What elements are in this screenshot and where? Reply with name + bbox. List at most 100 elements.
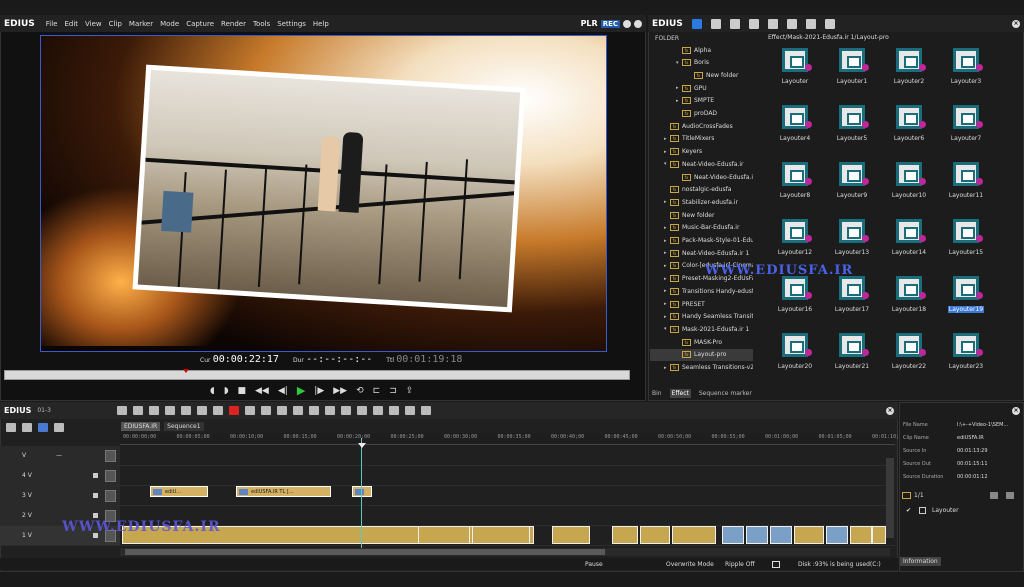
mixer-icon[interactable] bbox=[420, 406, 431, 415]
step-back-icon[interactable]: ◀| bbox=[278, 386, 288, 396]
info-check-icon[interactable]: ✔ bbox=[906, 507, 911, 514]
menu-file[interactable]: File bbox=[46, 20, 58, 28]
track-mode-icon[interactable] bbox=[6, 422, 16, 432]
layouter-effect-icon[interactable] bbox=[896, 276, 922, 300]
timeline-vertical-scrollbar[interactable] bbox=[886, 458, 894, 538]
timeline-clip[interactable] bbox=[722, 526, 744, 544]
menu-help[interactable]: Help bbox=[313, 20, 329, 28]
folder-tree-item[interactable]: ▾ fx Mask-2021-Edusfa.ir 1 bbox=[650, 323, 749, 335]
layouter-effect-icon[interactable] bbox=[839, 105, 865, 129]
menu-edit[interactable]: Edit bbox=[64, 20, 78, 28]
layouter-effect-icon[interactable] bbox=[896, 48, 922, 72]
step-forward-icon[interactable]: |▶ bbox=[314, 386, 324, 396]
effect-item[interactable]: Layouter6 bbox=[884, 105, 934, 142]
paste-icon[interactable] bbox=[196, 406, 207, 415]
effect-item[interactable]: Layouter7 bbox=[941, 105, 991, 142]
folder-tree-item[interactable]: fx New folder bbox=[650, 69, 738, 81]
folder-tree-item[interactable]: ▸fxSeamless Transitions-v2[ed bbox=[650, 362, 753, 374]
effect-item[interactable]: Layouter4 bbox=[770, 105, 820, 142]
list-view-icon[interactable] bbox=[786, 18, 797, 29]
info-delete-icon[interactable] bbox=[1006, 492, 1014, 499]
timeline-clip[interactable] bbox=[640, 526, 670, 544]
folder-tree-item[interactable]: ▸ fx Neat-Video-Edusfa.ir 1 bbox=[650, 247, 749, 259]
effect-item[interactable]: Layouter5 bbox=[827, 105, 877, 142]
split-icon[interactable] bbox=[356, 406, 367, 415]
folder-tree-item[interactable]: ▸fxTransitions Handy-edusfa.ir bbox=[650, 285, 753, 297]
render-icon[interactable] bbox=[372, 406, 383, 415]
layouter-effect-icon[interactable] bbox=[839, 162, 865, 186]
effect-item[interactable]: Layouter2 bbox=[884, 48, 934, 85]
replace-icon[interactable] bbox=[212, 406, 223, 415]
set-in-icon[interactable]: ◖ bbox=[210, 386, 215, 396]
title-icon[interactable] bbox=[324, 406, 335, 415]
info-effect-name[interactable]: Layouter bbox=[932, 507, 959, 514]
folder-tree-item[interactable]: fx Layout-pro bbox=[650, 348, 753, 361]
info-list-icon[interactable] bbox=[990, 492, 998, 499]
layouter-effect-icon[interactable] bbox=[953, 162, 979, 186]
undo-icon[interactable] bbox=[260, 406, 271, 415]
folder-tree-item[interactable]: ▸fxPack-Mask-Style-01-Edusfa bbox=[650, 235, 753, 247]
playhead-marker[interactable] bbox=[358, 443, 366, 448]
timeline-clip[interactable] bbox=[612, 526, 638, 544]
tab-information[interactable]: Information bbox=[900, 557, 941, 566]
timeline-clip[interactable] bbox=[672, 526, 716, 544]
ripple-mode-icon[interactable] bbox=[404, 406, 415, 415]
folder-tree-item[interactable]: ▸ fx SMPTE bbox=[650, 95, 714, 107]
menu-render[interactable]: Render bbox=[221, 20, 246, 28]
effect-item[interactable]: Layouter19 bbox=[941, 276, 991, 313]
timeline-clip[interactable]: ediU... bbox=[150, 486, 208, 497]
effect-item[interactable]: Layouter16 bbox=[770, 276, 820, 313]
loop-icon[interactable]: ⟲ bbox=[356, 386, 364, 396]
folder-tree-item[interactable]: ▾ fx Boris bbox=[650, 57, 709, 69]
layouter-effect-icon[interactable] bbox=[953, 219, 979, 243]
layouter-effect-icon[interactable] bbox=[782, 48, 808, 72]
rewind-icon[interactable]: ◀◀ bbox=[255, 386, 269, 396]
play-icon[interactable]: ▶ bbox=[297, 385, 305, 396]
layouter-effect-icon[interactable] bbox=[782, 276, 808, 300]
menu-view[interactable]: View bbox=[85, 20, 102, 28]
stop-icon[interactable]: ■ bbox=[238, 386, 247, 396]
tab-sequence-marker[interactable]: Sequence marker bbox=[697, 389, 754, 398]
folder-tree-item[interactable]: fx Neat-Video-Edusfa.ir bbox=[650, 171, 753, 183]
new-folder-icon[interactable] bbox=[729, 18, 740, 29]
layouter-effect-icon[interactable] bbox=[896, 219, 922, 243]
plr-label[interactable]: PLR bbox=[581, 19, 598, 28]
tab-sequence1[interactable]: Sequence1 bbox=[164, 422, 204, 431]
info-close-icon[interactable]: × bbox=[1012, 407, 1020, 415]
save-icon[interactable] bbox=[148, 406, 159, 415]
up-folder-icon[interactable] bbox=[710, 18, 721, 29]
timeline-clip[interactable] bbox=[850, 526, 872, 544]
ripple-mode[interactable]: Ripple Off bbox=[725, 561, 755, 568]
copy-clip-icon[interactable] bbox=[180, 406, 191, 415]
track-toggle[interactable] bbox=[105, 489, 116, 502]
export-icon[interactable]: ⇪ bbox=[406, 386, 414, 396]
layouter-effect-icon[interactable] bbox=[839, 276, 865, 300]
effect-item[interactable]: Layouter14 bbox=[884, 219, 934, 256]
folder-view-icon[interactable] bbox=[691, 18, 702, 29]
layouter-effect-icon[interactable] bbox=[782, 162, 808, 186]
scrub-marker[interactable] bbox=[183, 369, 189, 373]
layouter-effect-icon[interactable] bbox=[896, 333, 922, 357]
effect-item[interactable]: Layouter21 bbox=[827, 333, 877, 370]
open-project-icon[interactable] bbox=[132, 406, 143, 415]
folder-tree-item[interactable]: ▸ fx Stabilizer-edusfa.ir bbox=[650, 196, 738, 208]
folder-tree-item[interactable]: fx Alpha bbox=[650, 44, 711, 56]
fast-forward-icon[interactable]: ▶▶ bbox=[333, 386, 347, 396]
sync-lock-icon[interactable] bbox=[116, 406, 127, 415]
effect-close-icon[interactable]: × bbox=[1012, 19, 1020, 28]
timeline-clip[interactable] bbox=[472, 526, 530, 544]
effect-item[interactable]: Layouter8 bbox=[770, 162, 820, 199]
effect-item[interactable]: Layouter3 bbox=[941, 48, 991, 85]
folder-tree-item[interactable]: fx MASK-Pro bbox=[650, 336, 722, 348]
track-lock-icon[interactable] bbox=[93, 493, 98, 498]
timeline-clip[interactable] bbox=[770, 526, 792, 544]
playhead-line[interactable] bbox=[361, 438, 362, 548]
track-snap-icon[interactable] bbox=[54, 422, 64, 432]
effect-item[interactable]: Layouter15 bbox=[941, 219, 991, 256]
close-icon[interactable] bbox=[634, 19, 642, 28]
timeline-close-icon[interactable]: × bbox=[886, 406, 894, 415]
layouter-effect-icon[interactable] bbox=[782, 219, 808, 243]
track-lock-icon[interactable] bbox=[93, 473, 98, 478]
layouter-effect-icon[interactable] bbox=[782, 333, 808, 357]
preview-monitor[interactable] bbox=[40, 35, 607, 352]
